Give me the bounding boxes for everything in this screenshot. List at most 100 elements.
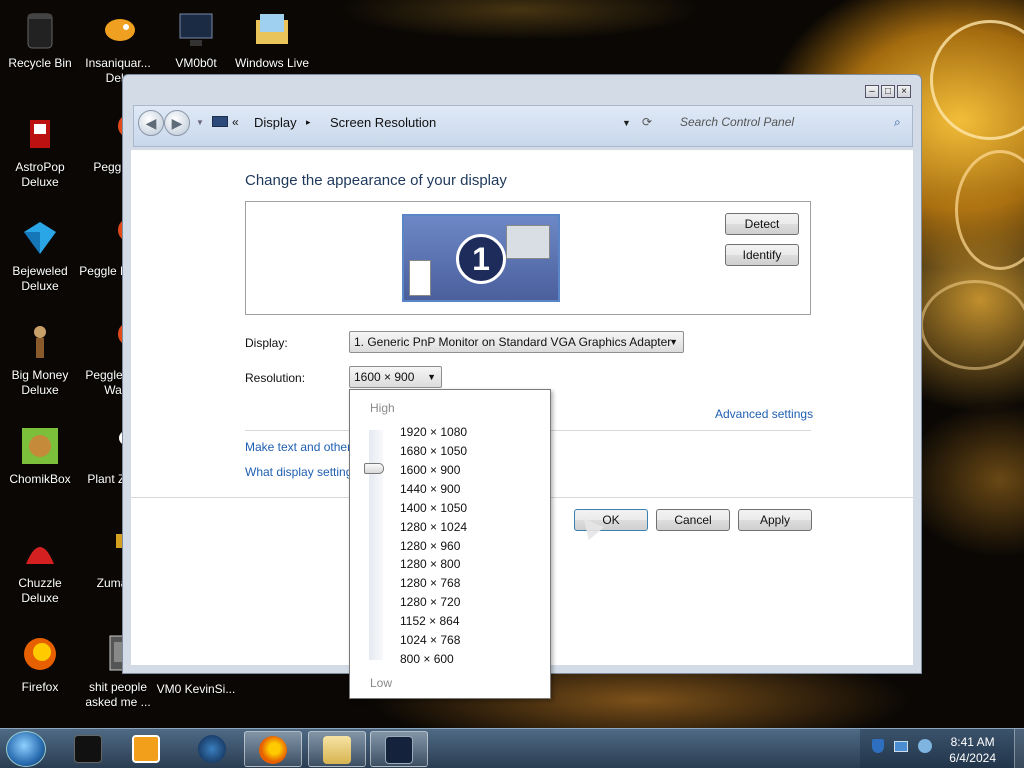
control-panel-icon [212,116,228,127]
resolution-option[interactable]: 1280 × 720 [400,595,460,609]
resolution-option-selected[interactable]: 1600 × 900 [400,463,460,477]
desktop-icon-firefox[interactable]: Firefox [0,632,80,695]
monitor-icon [385,736,413,764]
wallpaper-swirl [930,20,1024,140]
make-text-larger-link[interactable]: Make text and other [245,440,351,454]
taskbar-app-vm[interactable] [60,731,118,767]
desktop-icon-chuzzle[interactable]: Chuzzle Deluxe [0,528,80,606]
chevron-down-icon: ▼ [669,337,678,347]
network-icon[interactable] [894,741,908,752]
close-button[interactable]: × [897,85,911,98]
system-tray: ▲ 8:41 AM 6/4/2024 [860,729,1024,768]
search-input[interactable]: Search Control Panel [680,115,794,129]
forward-button[interactable]: ▶ [164,110,190,136]
address-dropdown-icon[interactable]: ▼ [622,118,631,128]
monitor-1-tile[interactable]: 1 [402,214,560,302]
big-money-icon [18,320,62,364]
breadcrumb-separator-icon: ▸ [306,117,311,127]
monitor-number-badge: 1 [456,234,506,284]
desktop-icon-label: Windows Live [234,56,310,70]
desktop-icon-label: shit people asked me ... [85,680,151,709]
desktop-icon-label: AstroPop Deluxe [15,160,65,189]
wallpaper-swirl [955,150,1024,270]
search-icon[interactable]: ⌕ [894,115,901,130]
back-button[interactable]: ◀ [138,110,164,136]
taskbar-app-firefox[interactable] [244,731,302,767]
monitor-icon [174,8,218,52]
clock[interactable]: 8:41 AM 6/4/2024 [949,734,996,766]
desktop-icon-label: VM0b0t [175,56,217,70]
resolution-slider-thumb[interactable] [364,463,384,474]
display-label: Display: [245,336,288,350]
taskbar-app-control-panel[interactable] [370,731,428,767]
desktop-icon-vm0-kevinsi[interactable]: VM0 KevinSi... [156,682,236,697]
bejeweled-icon [18,216,62,260]
advanced-settings-link[interactable]: Advanced settings [715,407,813,421]
resolution-option[interactable]: 800 × 600 [400,652,454,666]
breadcrumb-screen-resolution[interactable]: Screen Resolution [330,115,436,130]
resolution-select-value: 1600 × 900 [354,370,415,384]
desktop-icon-chomikbox[interactable]: ChomikBox [0,424,80,487]
resolution-option[interactable]: 1280 × 800 [400,557,460,571]
volume-icon[interactable] [918,739,932,753]
refresh-icon[interactable]: ⟳ [642,115,652,129]
desktop-icon-windows-live[interactable]: Windows Live [232,8,312,71]
folder-icon [250,8,294,52]
folder-icon [323,736,351,764]
taskbar: ▲ 8:41 AM 6/4/2024 [0,728,1024,768]
firefox-icon [259,736,287,764]
clock-date: 6/4/2024 [949,751,996,765]
breadcrumb-display[interactable]: Display [254,115,297,130]
detect-button[interactable]: Detect [725,213,799,235]
resolution-option[interactable]: 1400 × 1050 [400,501,467,515]
identify-button[interactable]: Identify [725,244,799,266]
recycle-bin-icon [18,8,62,52]
resolution-option[interactable]: 1024 × 768 [400,633,460,647]
resolution-option[interactable]: 1280 × 1024 [400,520,467,534]
window-thumbnail-icon [409,260,431,296]
taskbar-app-globe[interactable] [184,731,242,767]
page-title: Change the appearance of your display [245,172,507,189]
desktop-icon-label: VM0 KevinSi... [156,682,236,696]
taskbar-app-explorer[interactable] [308,731,366,767]
cancel-button[interactable]: Cancel [656,509,730,531]
breadcrumb-overflow[interactable]: « [232,115,239,129]
start-button[interactable] [6,731,46,767]
resolution-option[interactable]: 1280 × 768 [400,576,460,590]
display-select[interactable]: 1. Generic PnP Monitor on Standard VGA G… [349,331,684,353]
chevron-down-icon: ▼ [427,372,436,382]
history-dropdown-icon[interactable]: ▼ [196,118,204,127]
black-box-icon [74,735,102,763]
desktop-icon-label: Bejeweled Deluxe [12,264,68,293]
chomikbox-icon [18,424,62,468]
show-desktop-button[interactable] [1014,729,1024,768]
resolution-option[interactable]: 1440 × 900 [400,482,460,496]
media-player-icon [132,735,160,763]
high-label: High [370,401,395,415]
low-label: Low [370,676,393,690]
resolution-option[interactable]: 1280 × 960 [400,539,460,553]
desktop-icon-recycle-bin[interactable]: Recycle Bin [0,8,80,71]
taskbar-app-media-player[interactable] [118,731,176,767]
forward-arrow-icon: ▶ [171,115,183,131]
resolution-option[interactable]: 1680 × 1050 [400,444,467,458]
shield-icon[interactable] [872,739,884,753]
chuzzle-icon [18,528,62,572]
display-preview-area: 1 Detect Identify [245,201,811,315]
desktop-icon-big-money[interactable]: Big Money Deluxe [0,320,80,398]
globe-icon [198,735,226,763]
apply-button[interactable]: Apply [738,509,812,531]
desktop-icon-astropop[interactable]: AstroPop Deluxe [0,112,80,190]
address-bar: ◀ ▶ ▼ « Display ▸ Screen Resolution ▼ ⟳ … [133,105,913,147]
resolution-option[interactable]: 1920 × 1080 [400,425,467,439]
resolution-option[interactable]: 1152 × 864 [400,614,460,628]
maximize-button[interactable]: □ [881,85,895,98]
desktop-icon-vm0b0t[interactable]: VM0b0t [156,8,236,71]
desktop-icon-label: ChomikBox [9,472,71,486]
resolution-select[interactable]: 1600 × 900 ▼ [349,366,442,388]
display-settings-help-link[interactable]: What display setting [245,465,352,479]
astropop-icon [18,112,62,156]
minimize-button[interactable]: – [865,85,879,98]
desktop-icon-bejeweled[interactable]: Bejeweled Deluxe [0,216,80,294]
window-thumbnail-icon [506,225,550,259]
